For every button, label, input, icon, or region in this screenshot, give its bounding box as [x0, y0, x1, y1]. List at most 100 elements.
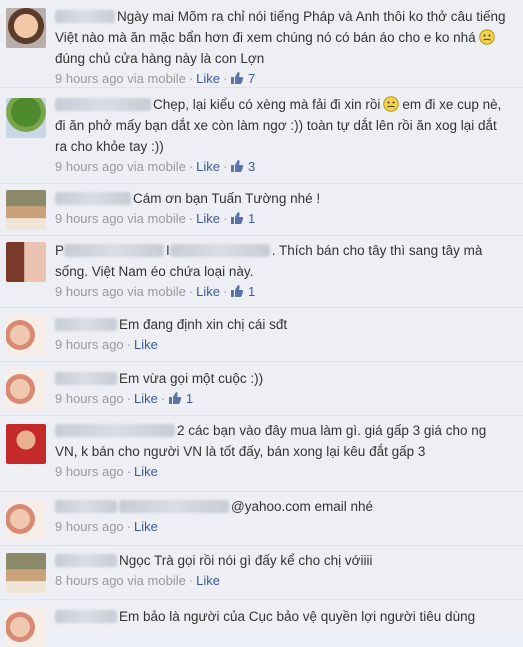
- like-count[interactable]: 1: [248, 284, 255, 299]
- via-mobile-label: via mobile: [127, 211, 186, 226]
- comment: Ngọc Trà gọi rồi nói gì đấy kể cho chị v…: [0, 546, 523, 600]
- comment-meta: 9 hours ago · Like: [55, 462, 511, 482]
- like-button[interactable]: Like: [196, 573, 220, 588]
- commenter-name[interactable]: [55, 98, 151, 111]
- comment: Em bảo là người của Cục bảo vệ quyền lợi…: [0, 600, 523, 647]
- thumbs-up-icon[interactable]: [230, 211, 244, 225]
- via-mobile-label: via mobile: [127, 284, 186, 299]
- avatar[interactable]: [6, 8, 46, 48]
- avatar[interactable]: [6, 607, 46, 647]
- commenter-name[interactable]: [55, 554, 117, 567]
- timestamp-link[interactable]: 9 hours ago: [55, 337, 124, 352]
- avatar[interactable]: [6, 315, 46, 355]
- via-mobile-label: via mobile: [127, 573, 186, 588]
- separator: ·: [188, 211, 194, 226]
- comment-meta: 9 hours ago · Like: [55, 335, 511, 355]
- commenter-name[interactable]: [55, 372, 117, 385]
- commenter-name[interactable]: [55, 318, 117, 331]
- comment-text: Ngày mai Mõm ra chỉ nói tiếng Pháp và An…: [55, 9, 506, 66]
- comment-meta: 8 hours ago via mobile · Like: [55, 571, 511, 591]
- separator: ·: [126, 391, 132, 406]
- like-button[interactable]: Like: [196, 211, 220, 226]
- like-button[interactable]: Like: [134, 464, 158, 479]
- timestamp-link[interactable]: 9 hours ago: [55, 391, 124, 406]
- comment: Em vừa gọi một cuộc :)) 9 hours ago · Like…: [0, 362, 523, 416]
- avatar[interactable]: [6, 424, 46, 464]
- like-count[interactable]: 7: [248, 71, 255, 86]
- timestamp-link[interactable]: 9 hours ago: [55, 159, 124, 174]
- commenter-name[interactable]: [55, 610, 117, 623]
- via-mobile-label: via mobile: [127, 71, 186, 86]
- timestamp-link[interactable]: 9 hours ago: [55, 464, 124, 479]
- thumbs-up-icon[interactable]: [230, 71, 244, 85]
- timestamp-link[interactable]: 9 hours ago: [55, 284, 124, 299]
- like-button[interactable]: Like: [134, 391, 158, 406]
- timestamp-link[interactable]: 9 hours ago: [55, 519, 124, 534]
- smiley-emoji-icon: [383, 96, 400, 112]
- like-button[interactable]: Like: [196, 284, 220, 299]
- like-button[interactable]: Like: [134, 519, 158, 534]
- separator: ·: [223, 211, 228, 226]
- commenter-name[interactable]: [55, 500, 117, 513]
- like-button[interactable]: Like: [134, 337, 158, 352]
- avatar[interactable]: [6, 242, 46, 282]
- timestamp-link[interactable]: 8 hours ago: [55, 573, 124, 588]
- comment-meta: 9 hours ago via mobile · Like · 3: [55, 157, 511, 177]
- comment-meta: 9 hours ago via mobile · Like · 7: [55, 69, 511, 89]
- separator: ·: [223, 284, 228, 299]
- comment-meta: 9 hours ago via mobile · Like · 1: [55, 209, 511, 229]
- like-count[interactable]: 1: [186, 391, 193, 406]
- avatar[interactable]: [6, 190, 46, 230]
- comment-text: Ngọc Trà gọi rồi nói gì đấy kể cho chị v…: [55, 550, 511, 571]
- comment-list: Ngày mai Mõm ra chỉ nói tiếng Pháp và An…: [0, 0, 523, 647]
- commenter-name[interactable]: [64, 244, 165, 257]
- separator: ·: [188, 159, 194, 174]
- comment-text: Chẹp, lại kiểu có xèng mà fải đi xin rồi…: [55, 96, 502, 154]
- like-button[interactable]: Like: [196, 159, 220, 174]
- avatar[interactable]: [6, 98, 46, 138]
- comment-meta: 9 hours ago · Like: [55, 517, 511, 537]
- like-count[interactable]: 1: [248, 211, 255, 226]
- comment-text: Cám ơn bạn Tuấn Tường nhé !: [55, 188, 511, 209]
- commenter-name[interactable]: [55, 10, 115, 23]
- separator: ·: [188, 573, 194, 588]
- comment-meta: 9 hours ago · Like · 1: [55, 389, 511, 409]
- via-mobile-label: via mobile: [127, 159, 186, 174]
- avatar[interactable]: [6, 369, 46, 409]
- avatar[interactable]: [6, 553, 46, 593]
- like-button[interactable]: Like: [196, 71, 220, 86]
- comment-text: @yahoo.com email nhé: [55, 496, 511, 517]
- separator: ·: [126, 337, 132, 352]
- thumbs-up-icon[interactable]: [168, 391, 182, 405]
- separator: ·: [223, 71, 228, 86]
- thumbs-up-icon[interactable]: [230, 284, 244, 298]
- separator: ·: [223, 159, 228, 174]
- commenter-name[interactable]: [55, 424, 175, 437]
- comment: Chẹp, lại kiểu có xèng mà fải đi xin rồi…: [0, 88, 523, 184]
- comment-text: Em bảo là người của Cục bảo vệ quyền lợi…: [55, 606, 511, 627]
- separator: ·: [160, 391, 166, 406]
- separator: ·: [188, 71, 194, 86]
- comment-text: PI. Thích bán cho tây thì sang tây mà số…: [55, 243, 483, 279]
- comment-text: Em vừa gọi một cuộc :)): [55, 368, 511, 389]
- tagged-name[interactable]: [169, 244, 270, 257]
- comment: PI. Thích bán cho tây thì sang tây mà số…: [0, 236, 523, 308]
- email-username: [119, 500, 229, 513]
- comment: Em đang định xin chị cái sđt 9 hours ago…: [0, 308, 523, 362]
- avatar[interactable]: [6, 499, 46, 539]
- comment-text: Em đang định xin chị cái sđt: [55, 314, 511, 335]
- separator: ·: [126, 464, 132, 479]
- thumbs-up-icon[interactable]: [230, 159, 244, 173]
- comment: 2 các bạn vào đây mua làm gì. giá gấp 3 …: [0, 416, 523, 492]
- comment: @yahoo.com email nhé 9 hours ago · Like: [0, 492, 523, 546]
- comment-text: 2 các bạn vào đây mua làm gì. giá gấp 3 …: [55, 423, 487, 459]
- smiley-emoji-icon: [478, 29, 495, 45]
- separator: ·: [188, 284, 194, 299]
- commenter-name[interactable]: [55, 192, 131, 205]
- comment: Ngày mai Mõm ra chỉ nói tiếng Pháp và An…: [0, 0, 523, 88]
- comment-meta: 9 hours ago via mobile · Like · 1: [55, 282, 511, 302]
- timestamp-link[interactable]: 9 hours ago: [55, 71, 124, 86]
- separator: ·: [126, 519, 132, 534]
- like-count[interactable]: 3: [248, 159, 255, 174]
- timestamp-link[interactable]: 9 hours ago: [55, 211, 124, 226]
